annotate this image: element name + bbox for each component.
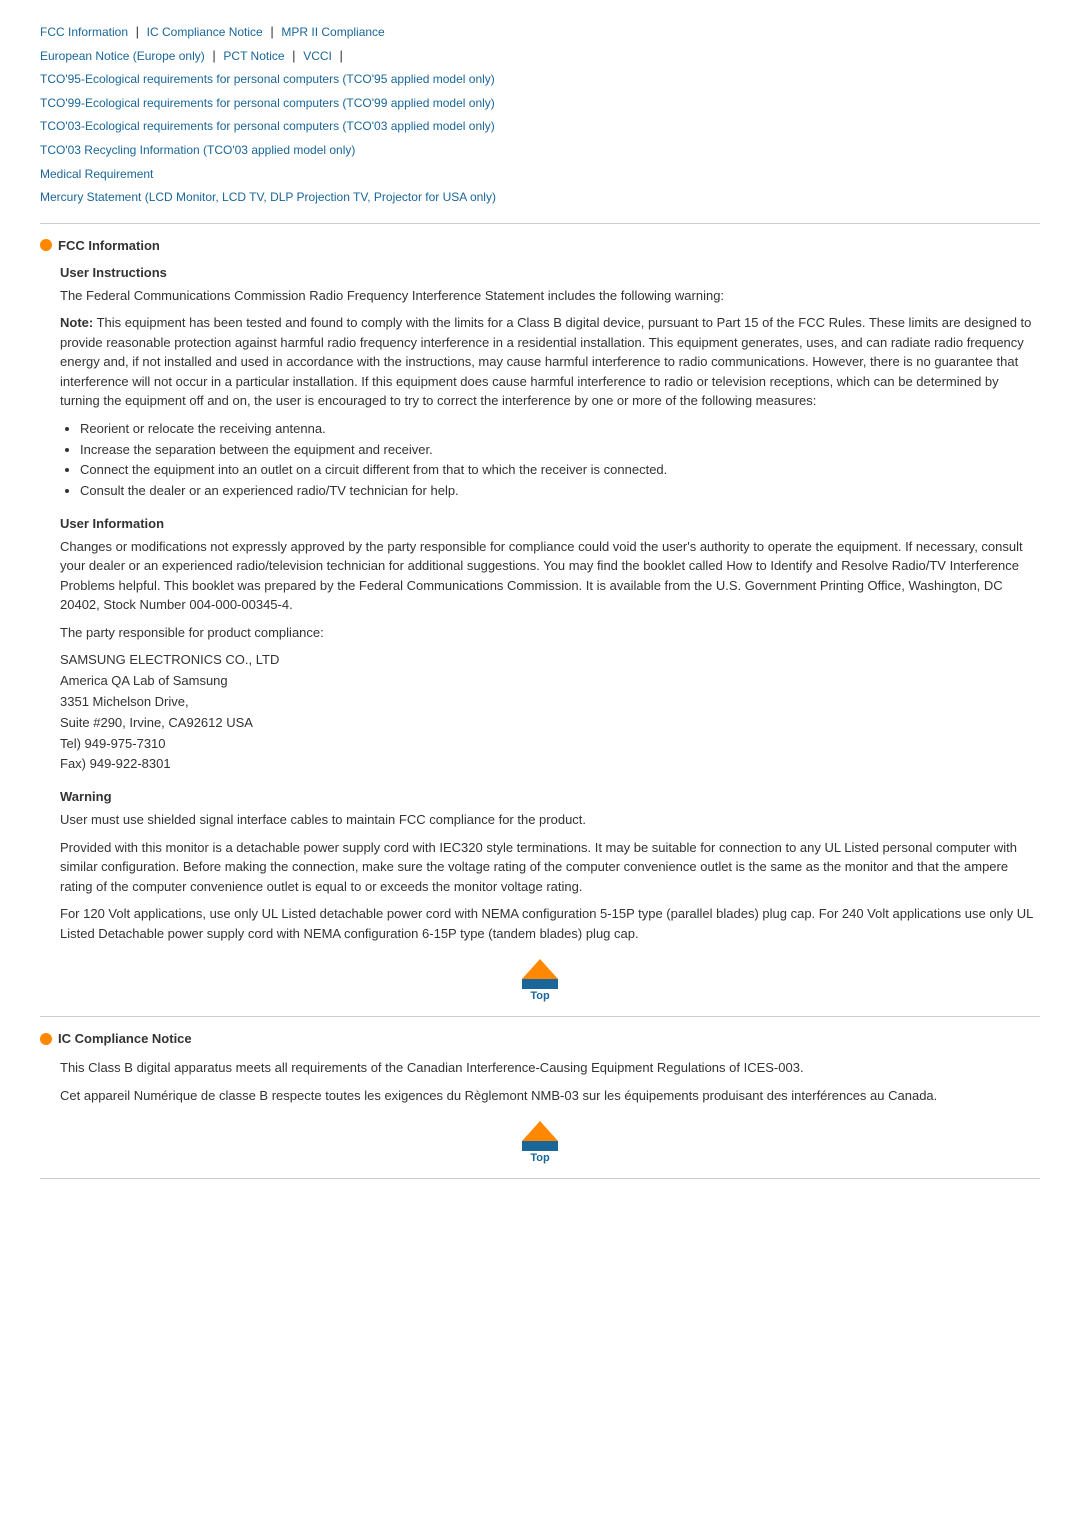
nav-pct-link[interactable]: PCT Notice	[223, 48, 284, 63]
user-information-text1: Changes or modifications not expressly a…	[60, 537, 1040, 615]
fcc-warning: Warning User must use shielded signal in…	[60, 789, 1040, 943]
user-instructions-bullets: Reorient or relocate the receiving anten…	[80, 419, 1040, 502]
nav-tco03-link[interactable]: TCO'03-Ecological requirements for perso…	[40, 118, 495, 133]
user-instructions-heading: User Instructions	[60, 265, 1040, 280]
samsung-address: SAMSUNG ELECTRONICS CO., LTDAmerica QA L…	[60, 650, 1040, 775]
fcc-top-label: Top	[530, 990, 549, 1002]
nav-ic-link[interactable]: IC Compliance Notice	[147, 24, 263, 39]
top-arrow-icon	[522, 959, 558, 979]
user-information-heading: User Information	[60, 516, 1040, 531]
nav-links: FCC Information | IC Compliance Notice |…	[40, 20, 1040, 209]
ic-top-label: Top	[530, 1152, 549, 1164]
ic-top-base	[522, 1141, 558, 1151]
fcc-top-button-container: Top	[40, 959, 1040, 1002]
bullet-connect: Connect the equipment into an outlet on …	[80, 460, 1040, 481]
top-divider	[40, 223, 1040, 224]
nav-tco95-link[interactable]: TCO'95-Ecological requirements for perso…	[40, 71, 495, 86]
ic-section: IC Compliance Notice This Class B digita…	[40, 1031, 1040, 1164]
ic-orange-bullet	[40, 1033, 52, 1045]
nav-tco03r-link[interactable]: TCO'03 Recycling Information (TCO'03 app…	[40, 142, 355, 157]
top-base	[522, 979, 558, 989]
user-instructions-note: Note: This equipment has been tested and…	[60, 313, 1040, 411]
fcc-top-button[interactable]: Top	[522, 959, 558, 1002]
fcc-section: FCC Information User Instructions The Fe…	[40, 238, 1040, 1002]
nav-vcci-link[interactable]: VCCI	[303, 48, 332, 63]
nav-medical-link[interactable]: Medical Requirement	[40, 166, 153, 181]
ic-top-button[interactable]: Top	[522, 1121, 558, 1164]
warning-text2: Provided with this monitor is a detachab…	[60, 838, 1040, 897]
ic-content: This Class B digital apparatus meets all…	[60, 1058, 1040, 1105]
user-information-text2: The party responsible for product compli…	[60, 623, 1040, 643]
ic-text1: This Class B digital apparatus meets all…	[60, 1058, 1040, 1078]
ic-top-arrow-icon	[522, 1121, 558, 1141]
ic-divider	[40, 1178, 1040, 1179]
bullet-consult: Consult the dealer or an experienced rad…	[80, 481, 1040, 502]
ic-section-title: IC Compliance Notice	[40, 1031, 1040, 1046]
bullet-separation: Increase the separation between the equi…	[80, 440, 1040, 461]
nav-tco99-link[interactable]: TCO'99-Ecological requirements for perso…	[40, 95, 495, 110]
fcc-user-information: User Information Changes or modification…	[60, 516, 1040, 775]
warning-text3: For 120 Volt applications, use only UL L…	[60, 904, 1040, 943]
warning-text1: User must use shielded signal interface …	[60, 810, 1040, 830]
fcc-divider	[40, 1016, 1040, 1017]
user-instructions-intro: The Federal Communications Commission Ra…	[60, 286, 1040, 306]
fcc-user-instructions: User Instructions The Federal Communicat…	[60, 265, 1040, 502]
nav-mpr-link[interactable]: MPR II Compliance	[281, 24, 384, 39]
ic-top-button-container: Top	[40, 1121, 1040, 1164]
fcc-section-title: FCC Information	[40, 238, 1040, 253]
warning-heading: Warning	[60, 789, 1040, 804]
fcc-orange-bullet	[40, 239, 52, 251]
nav-european-link[interactable]: European Notice (Europe only)	[40, 48, 205, 63]
ic-text2: Cet appareil Numérique de classe B respe…	[60, 1086, 1040, 1106]
nav-fcc-link[interactable]: FCC Information	[40, 24, 128, 39]
bullet-reorient: Reorient or relocate the receiving anten…	[80, 419, 1040, 440]
nav-mercury-link[interactable]: Mercury Statement (LCD Monitor, LCD TV, …	[40, 189, 496, 204]
